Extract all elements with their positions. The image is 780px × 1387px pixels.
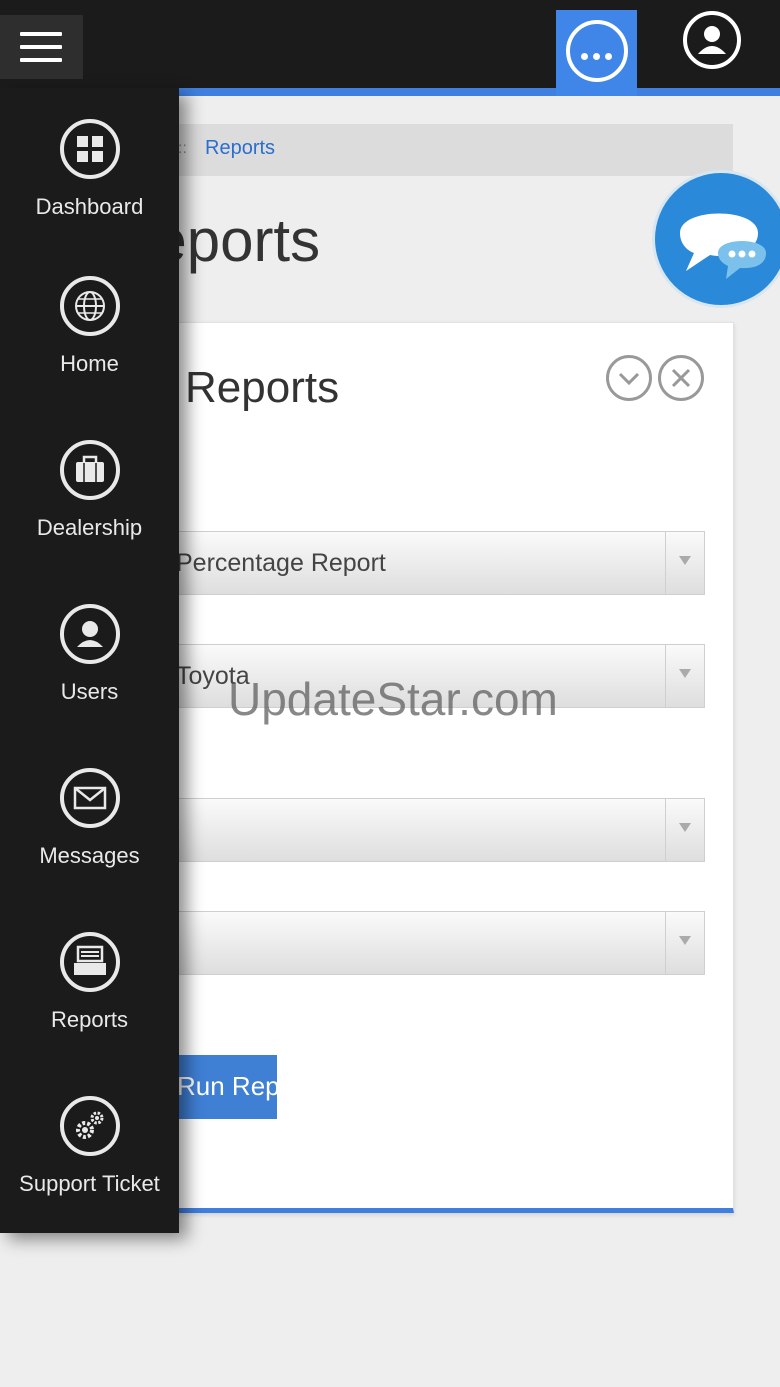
briefcase-icon <box>60 440 120 500</box>
sidebar-item-label: Reports <box>50 1007 129 1032</box>
sidebar-item-messages[interactable]: Messages <box>0 767 179 917</box>
globe-icon <box>60 276 120 336</box>
sidebar-item-support-ticket[interactable]: Support Ticket <box>0 1095 179 1245</box>
hamburger-icon <box>20 32 62 36</box>
top-bar <box>0 0 780 88</box>
chevron-down-icon <box>618 372 640 386</box>
sidebar-item-reports[interactable]: Reports <box>0 931 179 1081</box>
close-panel-button[interactable] <box>658 355 704 401</box>
breadcrumb: :: Reports <box>150 124 733 176</box>
sidebar-item-dealership[interactable]: Dealership <box>0 439 179 589</box>
filter-select-4[interactable] <box>151 911 705 975</box>
report-type-value: Percentage Report <box>176 549 386 577</box>
user-icon <box>60 604 120 664</box>
sidebar-nav: Dashboard Home Dealership Users Messages… <box>0 88 179 1233</box>
collapse-button[interactable] <box>606 355 652 401</box>
breadcrumb-separator: :: <box>178 140 187 157</box>
more-horizontal-icon <box>566 20 628 82</box>
gears-icon <box>60 1096 120 1156</box>
close-icon <box>671 368 691 388</box>
sidebar-item-label: Dashboard <box>35 194 144 219</box>
sidebar-item-users[interactable]: Users <box>0 603 179 753</box>
envelope-icon <box>60 768 120 828</box>
dashboard-icon <box>60 119 120 179</box>
dropdown-arrow-icon <box>665 645 704 707</box>
sidebar-item-label: Messages <box>39 843 140 868</box>
menu-toggle-button[interactable] <box>0 15 83 79</box>
reports-panel: Reports Percentage Report Toyota Run Rep… <box>150 322 734 1213</box>
watermark: UpdateStar.com <box>228 673 558 725</box>
sidebar-item-dashboard[interactable]: Dashboard <box>0 118 179 268</box>
user-profile-button[interactable] <box>682 10 742 70</box>
sidebar-item-label: Dealership <box>36 515 143 540</box>
chat-bubbles-icon <box>680 213 766 279</box>
run-report-label: Run Report <box>177 1071 310 1101</box>
inbox-tray-icon <box>60 932 120 992</box>
more-options-button[interactable] <box>556 10 637 96</box>
sidebar-item-label: Home <box>60 351 119 376</box>
breadcrumb-reports-link[interactable]: Reports <box>205 137 275 160</box>
sidebar-item-label: Users <box>60 679 119 704</box>
report-type-select[interactable]: Percentage Report <box>151 531 705 595</box>
sidebar-item-home[interactable]: Home <box>0 275 179 425</box>
dropdown-arrow-icon <box>665 912 704 974</box>
user-circle-icon <box>683 11 741 69</box>
chat-button[interactable] <box>652 170 780 308</box>
dropdown-arrow-icon <box>665 799 704 861</box>
panel-title: Reports <box>185 363 340 412</box>
sidebar-item-label: Support Ticket <box>19 1171 160 1196</box>
filter-select-3[interactable] <box>151 798 705 862</box>
dropdown-arrow-icon <box>665 532 704 594</box>
